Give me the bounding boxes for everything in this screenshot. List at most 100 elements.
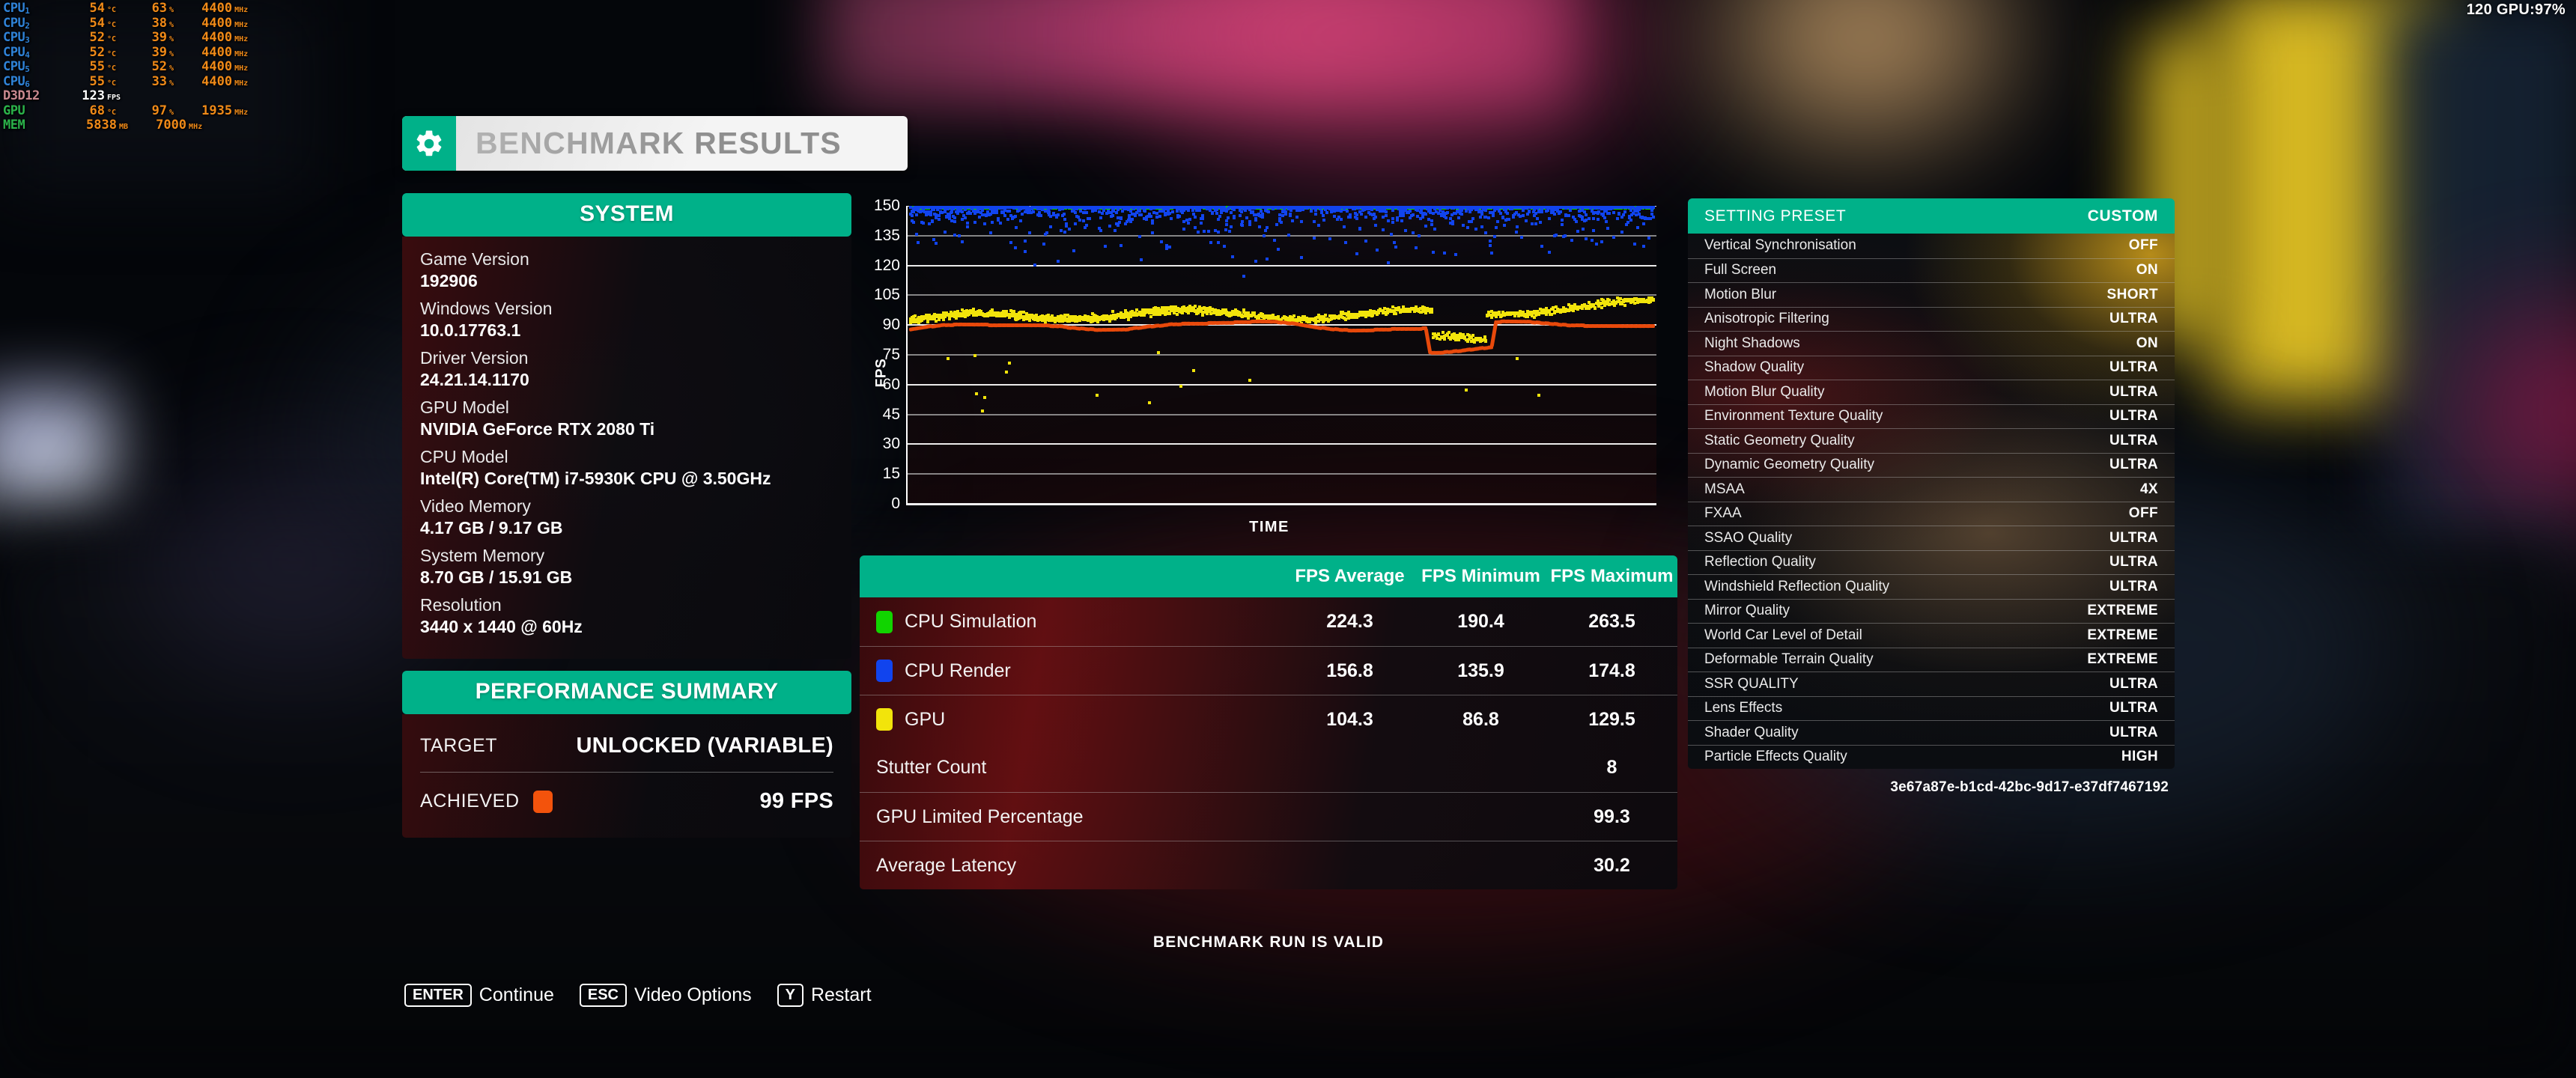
setting-value: ULTRA [2109, 675, 2158, 692]
chart-data-point [1495, 220, 1499, 224]
chart-data-point [1322, 218, 1326, 222]
chart-data-point [973, 221, 977, 225]
setting-value: ULTRA [2109, 724, 2158, 740]
chart-data-point [1099, 229, 1103, 233]
chart-data-point [1616, 216, 1620, 220]
chart-data-point [1417, 234, 1421, 238]
setting-value: ON [2136, 262, 2158, 278]
chart-data-point [1591, 216, 1595, 220]
setting-row[interactable]: Night Shadows ON [1688, 331, 2175, 356]
series-color-swatch [876, 660, 893, 682]
setting-preset-label: SETTING PRESET [1704, 207, 1847, 225]
chart-data-point [1006, 217, 1009, 221]
chart-data-point [1313, 219, 1316, 223]
chart-data-point [1205, 311, 1209, 314]
chart-data-point [935, 320, 938, 323]
chart-data-point [1139, 258, 1143, 261]
chart-data-point [1103, 244, 1107, 248]
stats-row-label: GPU Limited Percentage [876, 806, 1084, 827]
osd-cpu-usage-unit: % [169, 20, 174, 29]
chart-data-point [1155, 216, 1158, 219]
bg-magenta-glow [1123, 0, 1647, 165]
key-hint-video-options[interactable]: ESC Video Options [579, 984, 752, 1007]
setting-row[interactable]: Environment Texture Quality ULTRA [1688, 404, 2175, 429]
chart-data-point [1440, 214, 1444, 218]
chart-data-point [1443, 251, 1446, 255]
setting-row[interactable]: Shader Quality ULTRA [1688, 720, 2175, 745]
setting-row[interactable]: Windshield Reflection Quality ULTRA [1688, 574, 2175, 599]
setting-row[interactable]: Reflection Quality ULTRA [1688, 549, 2175, 575]
stats-fps-maximum: 174.8 [1588, 660, 1635, 681]
chart-data-point [1287, 233, 1290, 237]
setting-row[interactable]: SSR QUALITY ULTRA [1688, 672, 2175, 696]
setting-row[interactable]: Anisotropic Filtering ULTRA [1688, 306, 2175, 332]
chart-data-point [1068, 228, 1072, 231]
chart-data-point [1506, 212, 1510, 216]
chart-data-point [1288, 315, 1292, 319]
setting-row[interactable]: Lens Effects ULTRA [1688, 695, 2175, 721]
setting-name: SSR QUALITY [1704, 675, 1799, 692]
chart-data-point [1462, 336, 1466, 340]
performance-summary-body: TARGET UNLOCKED (VARIABLE) ACHIEVED 99 F… [402, 714, 851, 838]
chart-data-point [1553, 213, 1557, 216]
chart-data-point [1623, 304, 1626, 308]
setting-row[interactable]: SSAO Quality ULTRA [1688, 526, 2175, 550]
setting-row[interactable]: World Car Level of Detail EXTREME [1688, 623, 2175, 648]
chart-data-point [1652, 206, 1656, 209]
chart-data-point [1596, 217, 1600, 221]
setting-row[interactable]: Dynamic Geometry Quality ULTRA [1688, 452, 2175, 478]
chart-data-point [1626, 220, 1629, 224]
setting-row[interactable]: Motion Blur SHORT [1688, 282, 2175, 307]
chart-data-point [1188, 218, 1191, 222]
key-hint-restart[interactable]: Y Restart [777, 984, 872, 1007]
osd-cpu-clock: 4400 [201, 73, 233, 89]
chart-data-point [970, 310, 974, 314]
setting-name: Environment Texture Quality [1704, 408, 1883, 424]
chart-data-point [1647, 236, 1651, 240]
chart-y-tick-label: 0 [891, 495, 900, 512]
chart-data-point [1032, 210, 1036, 213]
setting-row[interactable]: Mirror Quality EXTREME [1688, 598, 2175, 624]
osd-cpu-usage: 33 [151, 73, 168, 89]
setting-row[interactable]: Particle Effects Quality HIGH [1688, 744, 2175, 770]
setting-row[interactable]: Motion Blur Quality ULTRA [1688, 380, 2175, 404]
chart-data-point [1241, 220, 1245, 224]
chart-data-point [941, 316, 944, 320]
chart-data-point [1478, 216, 1482, 219]
chart-data-point [953, 220, 957, 224]
setting-row[interactable]: FXAA OFF [1688, 501, 2175, 526]
setting-row[interactable]: Full Screen ON [1688, 258, 2175, 283]
setting-row[interactable]: Vertical Synchronisation OFF [1688, 234, 2175, 258]
chart-data-point [1632, 206, 1635, 209]
chart-data-point [1439, 208, 1442, 212]
chart-data-point [1248, 223, 1252, 226]
chart-data-point [1216, 217, 1220, 221]
setting-row[interactable]: MSAA 4X [1688, 477, 2175, 502]
chart-data-point [943, 230, 947, 234]
system-info-item: System Memory 8.70 GB / 15.91 GB [420, 545, 833, 588]
chart-data-point [1534, 222, 1538, 225]
fps-stats-header-row: FPS Average FPS Minimum FPS Maximum [860, 555, 1677, 597]
osd-row-cpu-4: CPU4 52 °C 39% 4400 MHz [3, 45, 248, 61]
chart-data-point [1527, 210, 1531, 213]
setting-value: ULTRA [2109, 432, 2158, 448]
chart-gridline [908, 294, 1656, 296]
chart-data-point [1494, 226, 1498, 230]
chart-data-point [1430, 223, 1433, 227]
chart-data-point [972, 307, 976, 311]
setting-row[interactable]: Static Geometry Quality ULTRA [1688, 428, 2175, 453]
chart-data-point [1167, 245, 1171, 249]
chart-data-point [1042, 242, 1045, 246]
chart-data-point [1065, 222, 1069, 226]
setting-row[interactable]: Shadow Quality ULTRA [1688, 355, 2175, 380]
chart-data-point [1261, 212, 1265, 216]
chart-data-point [1218, 312, 1221, 316]
setting-row[interactable]: Deformable Terrain Quality EXTREME [1688, 647, 2175, 672]
column-header-fps-average: FPS Average [1295, 566, 1405, 586]
chart-data-point [1192, 368, 1196, 372]
stats-row-label: Average Latency [876, 854, 1017, 876]
system-info-item: CPU Model Intel(R) Core(TM) i7-5930K CPU … [420, 446, 833, 489]
chart-data-point [1179, 384, 1183, 388]
key-hint-continue[interactable]: ENTER Continue [404, 984, 554, 1007]
chart-data-point [1486, 206, 1489, 209]
